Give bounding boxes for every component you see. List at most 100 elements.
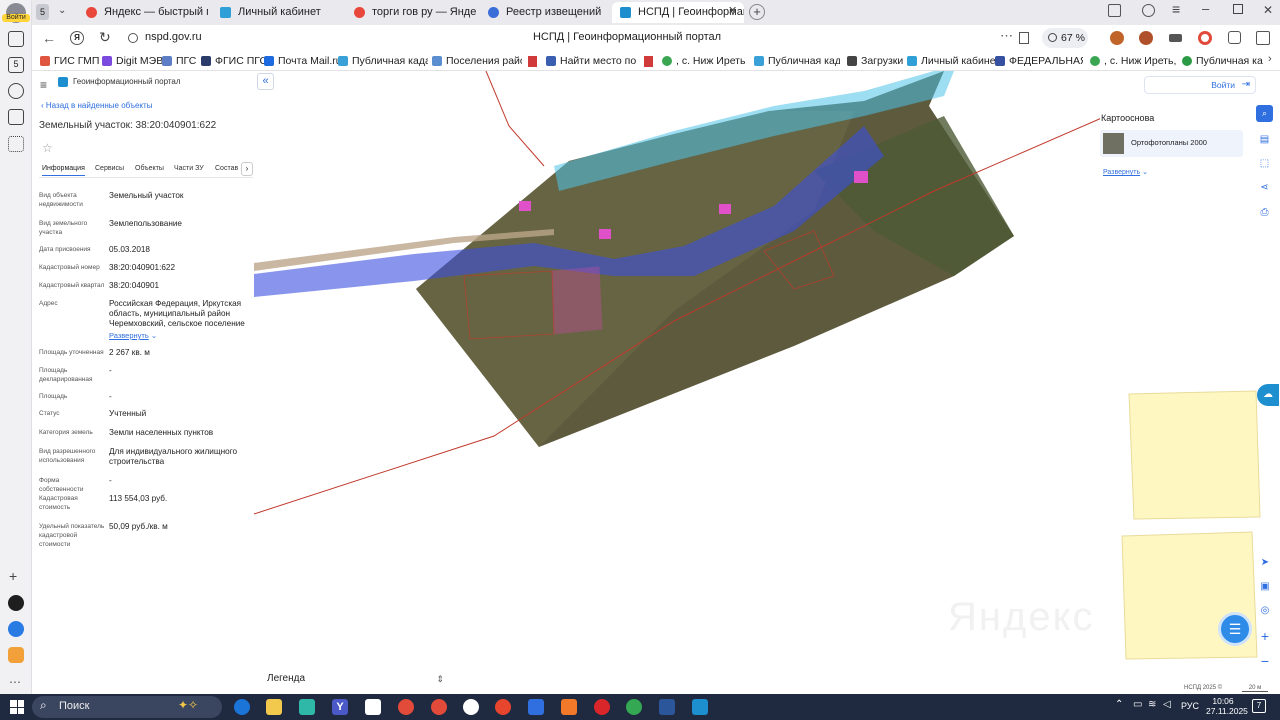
- wifi-icon[interactable]: ≋: [1148, 699, 1156, 710]
- print-icon[interactable]: ⎙: [1256, 204, 1273, 221]
- network-icon[interactable]: ▭: [1133, 699, 1142, 710]
- measure-icon[interactable]: ⬚: [1256, 155, 1273, 172]
- app-icon[interactable]: [463, 699, 479, 715]
- bookmark-item[interactable]: Публичная кадас: [754, 54, 840, 68]
- search-map-icon[interactable]: ⌕: [1256, 105, 1273, 122]
- map-canvas[interactable]: « Войти ⇥ Картооснова Ортофотопланы 2000 …: [254, 71, 1280, 694]
- windows-start-icon[interactable]: [10, 700, 24, 714]
- share-icon[interactable]: ⋖: [1256, 179, 1273, 196]
- bookmark-item[interactable]: , с. Ниж Иреть, ул: [1090, 54, 1176, 68]
- opera-icon[interactable]: [594, 699, 610, 715]
- tab-cabinet[interactable]: Личный кабинет: [212, 2, 342, 23]
- explorer-icon[interactable]: [266, 699, 282, 715]
- app-icon[interactable]: [365, 699, 381, 715]
- bookmark-item[interactable]: ФГИС ПГС: [201, 54, 267, 68]
- notes-icon[interactable]: [8, 31, 24, 47]
- pdf-bookmark-icon[interactable]: [528, 56, 537, 67]
- word-icon[interactable]: [659, 699, 675, 715]
- tab-composition[interactable]: Состав: [215, 165, 238, 172]
- bookmark-item[interactable]: Личный кабинет: [907, 54, 1000, 68]
- tab-nspd-active[interactable]: НСПД | Геоинформац: [612, 2, 744, 23]
- chat-button-icon[interactable]: ☰: [1218, 612, 1252, 646]
- bookmark-item[interactable]: ГИС ГМП: [40, 54, 99, 68]
- app-icon[interactable]: [692, 699, 708, 715]
- tab-yandex[interactable]: Яндекс — быстрый поиск: [78, 2, 208, 23]
- app-icon[interactable]: [528, 699, 544, 715]
- bookmark-item[interactable]: , с. Ниж Иреть, ул: [662, 54, 746, 68]
- rail-login-label[interactable]: Войти: [2, 14, 30, 22]
- expand-address-link[interactable]: Развернуть ⌄: [109, 331, 157, 340]
- volume-icon[interactable]: ◁: [1163, 699, 1171, 710]
- chrome-icon[interactable]: [626, 699, 642, 715]
- screenshot-icon[interactable]: [8, 109, 24, 125]
- tab-info[interactable]: Информация: [42, 165, 85, 176]
- app-icon[interactable]: [561, 699, 577, 715]
- screen-icon[interactable]: ▣: [1257, 579, 1273, 595]
- taskbar-search[interactable]: ⌕ Поиск ✦✧: [32, 696, 222, 718]
- tab-parts[interactable]: Части ЗУ: [174, 165, 204, 172]
- site-info-icon[interactable]: [128, 33, 138, 43]
- play-icon[interactable]: [8, 83, 24, 99]
- reload-icon[interactable]: ↻: [99, 29, 111, 46]
- tabs-scroll-right-icon[interactable]: ›: [241, 162, 253, 176]
- maximize-icon[interactable]: [1233, 4, 1243, 14]
- tab-services[interactable]: Сервисы: [95, 165, 124, 172]
- tabs-dropdown-icon[interactable]: ⌄: [58, 5, 66, 16]
- zoom-in-icon[interactable]: +: [1257, 628, 1273, 644]
- window-close-icon[interactable]: ✕: [1263, 3, 1273, 17]
- tab-objects[interactable]: Объекты: [135, 165, 164, 172]
- close-tab-icon[interactable]: ✕: [728, 4, 737, 17]
- messenger-icon[interactable]: [8, 621, 24, 637]
- menu-icon[interactable]: ≡: [1172, 1, 1180, 17]
- bookmark-item[interactable]: Публичная кадас: [338, 54, 428, 68]
- clock[interactable]: 10:06 27.11.2025: [1206, 696, 1248, 716]
- login-button[interactable]: Войти ⇥: [1144, 76, 1256, 94]
- zoom-out-icon[interactable]: −: [1257, 653, 1273, 669]
- back-icon[interactable]: ←: [42, 30, 56, 46]
- bookmark-page-icon[interactable]: [1019, 32, 1029, 44]
- extension-icon[interactable]: [1169, 34, 1182, 42]
- bookmarks-overflow-icon[interactable]: ›: [1268, 53, 1272, 65]
- apps-grid-icon[interactable]: [8, 136, 24, 152]
- bookmark-item[interactable]: Digit МЭВ: [102, 54, 163, 68]
- bookmark-item[interactable]: ФЕДЕРАЛЬНАЯ И: [995, 54, 1083, 68]
- url-field[interactable]: nspd.gov.ru: [145, 31, 202, 43]
- geolocation-icon[interactable]: ◎: [1257, 603, 1273, 619]
- tab-count-badge[interactable]: 5: [36, 4, 49, 20]
- yandex-icon[interactable]: [495, 699, 511, 715]
- edge-icon[interactable]: [234, 699, 250, 715]
- extension-icon[interactable]: [1139, 31, 1153, 45]
- bookmarks-panel-icon[interactable]: [1108, 4, 1121, 17]
- minimize-icon[interactable]: –: [1202, 1, 1209, 16]
- bookmark-item[interactable]: Публичная ка: [1182, 54, 1266, 68]
- yandex-browser-icon[interactable]: Y: [332, 699, 348, 715]
- parcel-yellow[interactable]: [1128, 390, 1261, 520]
- add-panel-icon[interactable]: +: [9, 568, 17, 584]
- extension-icon[interactable]: [1198, 31, 1212, 45]
- tray-chevron-icon[interactable]: ⌃: [1115, 699, 1123, 710]
- legend-toggle[interactable]: Легенда ⇕: [260, 668, 450, 690]
- app-icon[interactable]: [398, 699, 414, 715]
- rail-badge-icon[interactable]: 5: [8, 57, 24, 73]
- alice-icon[interactable]: [8, 595, 24, 611]
- more-icon[interactable]: ⋯: [9, 675, 21, 689]
- hamburger-icon[interactable]: ≡: [40, 78, 47, 92]
- assistant-tab-icon[interactable]: ☁: [1257, 384, 1279, 406]
- yandex-home-icon[interactable]: Я: [70, 31, 84, 45]
- collapse-panel-icon[interactable]: «: [257, 73, 274, 90]
- bookmark-item[interactable]: Найти место по к: [546, 54, 638, 68]
- bookmark-item[interactable]: Поселения район: [432, 54, 522, 68]
- downloads-icon[interactable]: [1142, 4, 1155, 17]
- favorite-star-icon[interactable]: ☆: [42, 141, 53, 155]
- back-link[interactable]: ‹ Назад в найденные объекты: [41, 101, 152, 110]
- tab-torgi[interactable]: торги гов ру — Яндекс: на: [346, 2, 476, 23]
- pdf-bookmark-icon[interactable]: [644, 56, 653, 67]
- bookmark-item[interactable]: ПГС: [162, 54, 196, 68]
- app-icon[interactable]: [431, 699, 447, 715]
- extension-icon[interactable]: [1110, 31, 1124, 45]
- bookmark-item[interactable]: Загрузки: [847, 54, 903, 68]
- new-tab-icon[interactable]: +: [749, 4, 765, 20]
- market-icon[interactable]: [8, 647, 24, 663]
- tab-registry[interactable]: Реестр извещений: [480, 2, 610, 23]
- zoom-indicator[interactable]: 67 %: [1042, 28, 1088, 48]
